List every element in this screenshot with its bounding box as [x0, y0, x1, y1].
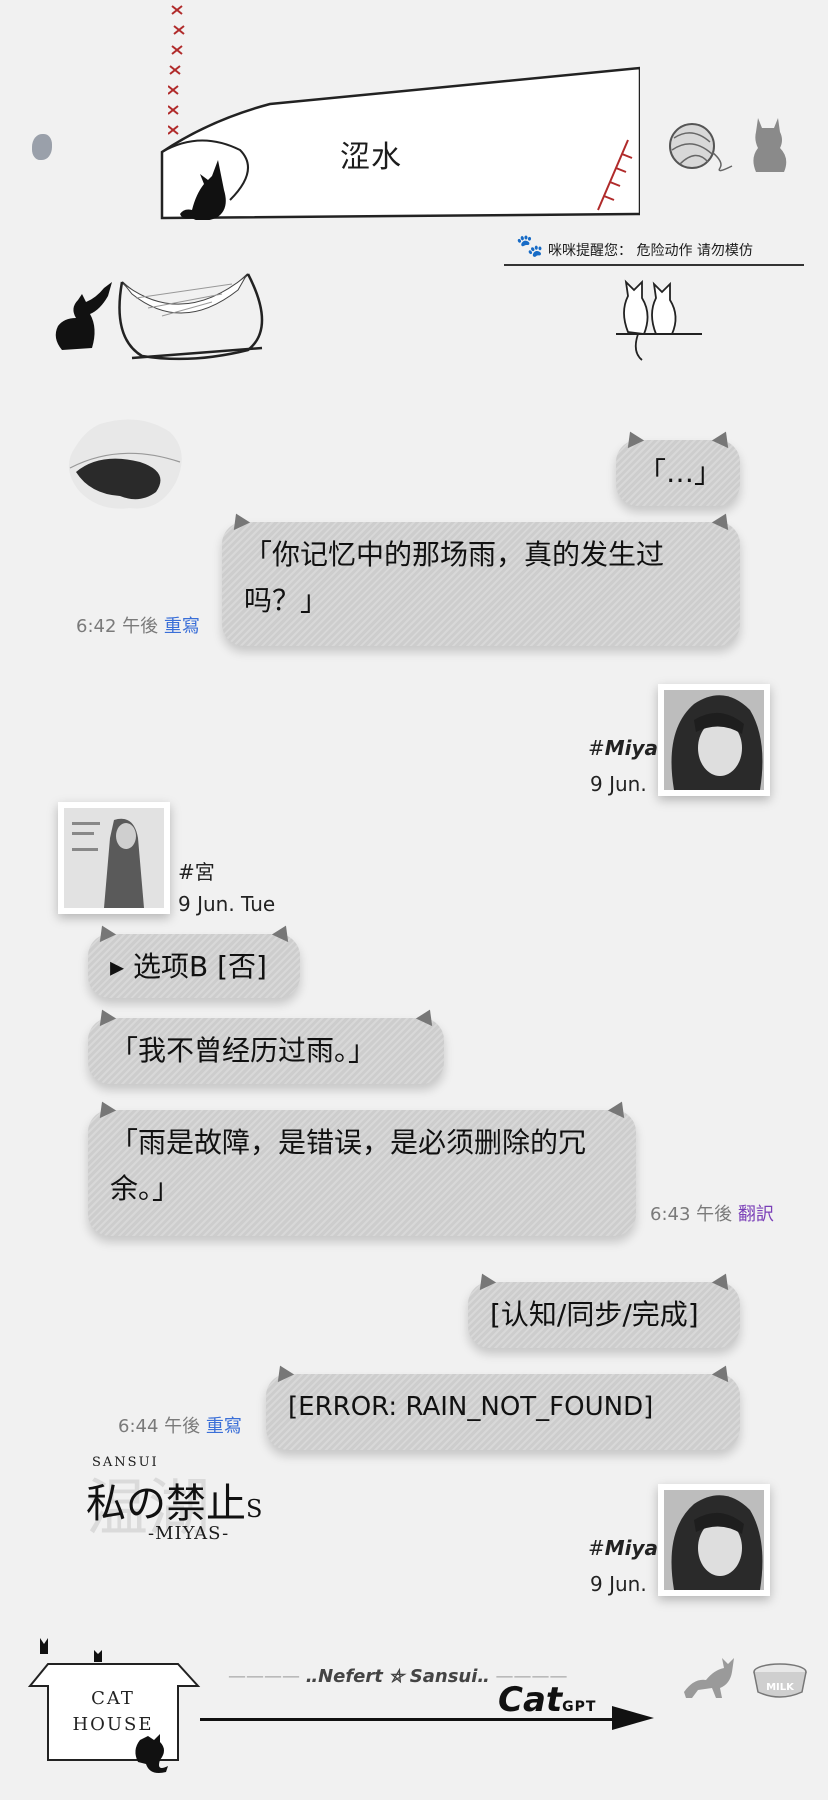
sender-name: #Miya [588, 1536, 659, 1560]
message-bubble[interactable]: 「…」 [616, 440, 740, 506]
message-meta: 6:42 午後 重寫 [76, 612, 200, 638]
brand-miyas: -MIYAS- [148, 1523, 230, 1544]
message-time: 6:42 午後 [76, 616, 159, 637]
title-card: 涩水 [150, 60, 640, 220]
sender-date: 9 Jun. [590, 1572, 647, 1596]
footer-divider [200, 1718, 630, 1721]
message-meta: 6:44 午後 重寫 [118, 1412, 242, 1438]
message-text: 「我不曾经历过雨。」 [110, 1034, 377, 1067]
message-bubble[interactable]: 「你记忆中的那场雨，真的发生过吗？」 [222, 522, 740, 646]
chat-title: 涩水 [340, 140, 402, 175]
rewrite-link[interactable]: 重寫 [164, 616, 200, 637]
sender-name: #宮 [178, 860, 215, 884]
cat-house-icon: CAT HOUSE [28, 1638, 201, 1773]
brand-title: 私の禁止S [86, 1481, 263, 1527]
paw-blob-icon [32, 134, 52, 160]
rewrite-link[interactable]: 重寫 [206, 1416, 242, 1437]
option-bubble[interactable]: ▸ 选项B [否] [88, 934, 300, 998]
milk-label: MILK [766, 1682, 795, 1693]
message-text: 「…」 [638, 456, 723, 489]
message-bubble[interactable]: [认知/同步/完成] [468, 1282, 740, 1348]
cat-warning-banner: 🐾 咪咪提醒您： 危险动作 请勿模仿 [504, 232, 804, 266]
stretching-cat-icon [684, 1658, 734, 1698]
two-cats-on-branch-icon [616, 279, 702, 361]
message-bubble[interactable]: 「雨是故障，是错误，是必须删除的冗余。」 [88, 1110, 636, 1236]
message-text: 「你记忆中的那场雨，真的发生过吗？」 [244, 538, 665, 617]
message-text: ▸ 选项B [否] [110, 950, 267, 983]
brand-sansui: SANSUI [92, 1455, 159, 1470]
avatar[interactable] [658, 684, 770, 796]
sitting-cat-icon [753, 118, 787, 172]
catgpt-gpt: GPT [562, 1699, 597, 1715]
translate-link[interactable]: 翻訳 [738, 1204, 774, 1225]
message-bubble[interactable]: [ERROR: RAIN_NOT_FOUND] [266, 1374, 740, 1450]
catgpt-cat: Cat [498, 1680, 563, 1720]
sender-date: 9 Jun. Tue [178, 892, 276, 916]
miya-avatar-image [664, 1490, 764, 1590]
catgpt-logo: CatGPT [498, 1680, 596, 1720]
yarn-ball-icon [669, 123, 733, 172]
avatar[interactable] [58, 802, 170, 914]
message-meta: 6:43 午後 翻訳 [650, 1200, 774, 1226]
message-bubble[interactable]: 「我不曾经历过雨。」 [88, 1018, 444, 1084]
warning-underline [504, 264, 804, 266]
message-text: 「雨是故障，是错误，是必须删除的冗余。」 [110, 1126, 587, 1205]
avatar[interactable] [658, 1484, 770, 1596]
gong-avatar-image [64, 808, 164, 908]
ink-blot-decoration [68, 419, 182, 509]
paw-print-icon: 🐾 [516, 234, 544, 259]
house-line2: HOUSE [72, 1714, 153, 1735]
message-time: 6:44 午後 [118, 1416, 201, 1437]
miya-avatar-image [664, 690, 764, 790]
sender-name: #Miya [588, 736, 659, 760]
cat-hammock-illustration [55, 273, 264, 361]
message-time: 6:43 午後 [650, 1204, 733, 1225]
sender-date: 9 Jun. [590, 772, 647, 796]
warning-text: 咪咪提醒您： 危险动作 请勿模仿 [548, 243, 753, 259]
footer-arrow-icon [612, 1706, 654, 1730]
house-line1: CAT [91, 1688, 135, 1709]
message-text: [ERROR: RAIN_NOT_FOUND] [288, 1392, 654, 1422]
milk-bowl-icon: MILK [753, 1663, 807, 1698]
message-text: [认知/同步/完成] [490, 1298, 699, 1331]
black-cat-icon [55, 282, 112, 350]
